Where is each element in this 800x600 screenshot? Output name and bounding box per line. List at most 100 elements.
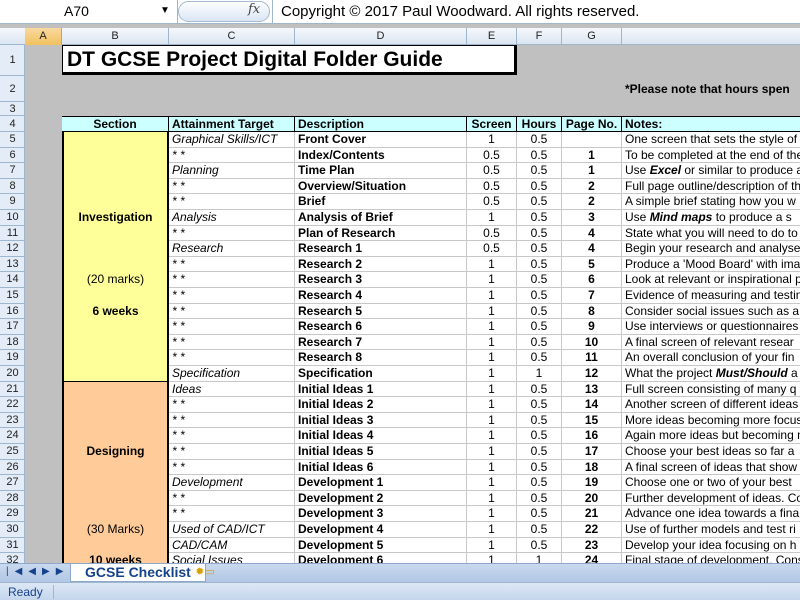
hours-cell[interactable]: 0.5 <box>517 163 562 179</box>
header-hours[interactable]: Hours <box>517 116 562 132</box>
attainment-target-cell[interactable]: Specification <box>169 366 295 382</box>
notes-cell[interactable]: Consider social issues such as a <box>622 303 800 320</box>
description-cell[interactable]: Research 5 <box>295 303 467 320</box>
description-cell[interactable]: Development 6 <box>295 553 467 563</box>
row-header[interactable]: 19 <box>0 350 24 366</box>
notes-cell[interactable]: State what you will need to do to <box>622 225 800 242</box>
notes-cell[interactable]: Develop your idea focusing on h <box>622 537 800 554</box>
attainment-target-cell[interactable]: * * <box>169 303 295 320</box>
column-header-c[interactable]: C <box>169 28 295 45</box>
notes-cell[interactable]: A final screen of ideas that show <box>622 459 800 476</box>
attainment-target-cell[interactable]: * * <box>169 225 295 242</box>
description-cell[interactable]: Research 6 <box>295 319 467 335</box>
attainment-target-cell[interactable]: Social Issues <box>169 553 295 563</box>
hours-cell[interactable]: 0.5 <box>517 147 562 164</box>
attainment-target-cell[interactable]: CAD/CAM <box>169 537 295 554</box>
screen-cell[interactable]: 1 <box>467 210 517 226</box>
row-header[interactable]: 2 <box>0 76 24 102</box>
description-cell[interactable]: Initial Ideas 1 <box>295 381 467 398</box>
page-cell[interactable]: 4 <box>562 225 622 242</box>
hours-cell[interactable]: 0.5 <box>517 428 562 444</box>
screen-cell[interactable]: 1 <box>467 490 517 507</box>
hours-cell[interactable]: 0.5 <box>517 475 562 491</box>
row-header[interactable]: 5 <box>0 132 24 148</box>
hours-cell[interactable]: 0.5 <box>517 303 562 320</box>
screen-cell[interactable]: 1 <box>467 303 517 320</box>
hours-cell[interactable]: 0.5 <box>517 490 562 507</box>
attainment-target-cell[interactable]: Graphical Skills/ICT <box>169 132 295 148</box>
attainment-target-cell[interactable]: * * <box>169 412 295 429</box>
row-header[interactable]: 12 <box>0 241 24 257</box>
description-cell[interactable]: Time Plan <box>295 163 467 179</box>
notes-cell[interactable]: Final stage of development. Cons <box>622 553 800 563</box>
page-cell[interactable]: 23 <box>562 537 622 554</box>
hours-cell[interactable]: 0.5 <box>517 397 562 413</box>
next-sheet-icon[interactable]: ▶ <box>42 566 56 577</box>
description-cell[interactable]: Research 8 <box>295 350 467 366</box>
attainment-target-cell[interactable]: * * <box>169 256 295 273</box>
page-cell[interactable] <box>562 132 622 148</box>
screen-cell[interactable]: 1 <box>467 381 517 398</box>
column-header-f[interactable]: F <box>517 28 562 45</box>
page-cell[interactable]: 8 <box>562 303 622 320</box>
row-header[interactable]: 16 <box>0 304 24 320</box>
row-header[interactable]: 7 <box>0 163 24 179</box>
description-cell[interactable]: Research 4 <box>295 288 467 304</box>
page-cell[interactable]: 5 <box>562 256 622 273</box>
header-description[interactable]: Description <box>295 116 467 132</box>
screen-cell[interactable]: 1 <box>467 553 517 563</box>
hours-cell[interactable]: 0.5 <box>517 334 562 351</box>
attainment-target-cell[interactable]: * * <box>169 194 295 210</box>
hours-cell[interactable]: 1 <box>517 553 562 563</box>
description-cell[interactable]: Index/Contents <box>295 147 467 164</box>
description-cell[interactable]: Development 1 <box>295 475 467 491</box>
row-header[interactable]: 24 <box>0 428 24 444</box>
hours-cell[interactable]: 0.5 <box>517 537 562 554</box>
row-header[interactable]: 3 <box>0 102 24 116</box>
sheet-title[interactable]: DT GCSE Project Digital Folder Guide <box>62 45 517 75</box>
screen-cell[interactable]: 1 <box>467 272 517 288</box>
page-cell[interactable]: 1 <box>562 163 622 179</box>
hours-cell[interactable]: 0.5 <box>517 319 562 335</box>
screen-cell[interactable]: 1 <box>467 444 517 460</box>
row-header[interactable]: 22 <box>0 397 24 413</box>
hours-cell[interactable]: 0.5 <box>517 225 562 242</box>
description-cell[interactable]: Brief <box>295 194 467 210</box>
notes-cell[interactable]: Use Mind maps to produce a s <box>622 210 800 226</box>
page-cell[interactable]: 17 <box>562 444 622 460</box>
screen-cell[interactable]: 1 <box>467 428 517 444</box>
notes-cell[interactable]: Full page outline/description of th <box>622 178 800 195</box>
row-header[interactable]: 8 <box>0 179 24 195</box>
screen-cell[interactable]: 1 <box>467 397 517 413</box>
description-cell[interactable]: Overview/Situation <box>295 178 467 195</box>
attainment-target-cell[interactable]: * * <box>169 428 295 444</box>
description-cell[interactable]: Analysis of Brief <box>295 210 467 226</box>
notes-cell[interactable]: Full screen consisting of many q <box>622 381 800 398</box>
first-sheet-icon[interactable]: |◀ <box>6 566 28 577</box>
hours-cell[interactable]: 0.5 <box>517 506 562 522</box>
header-screen[interactable]: Screen <box>467 116 517 132</box>
notes-cell[interactable]: Use of further models and test ri <box>622 522 800 538</box>
description-cell[interactable]: Development 5 <box>295 537 467 554</box>
notes-cell[interactable]: Advance one idea towards a fina <box>622 506 800 522</box>
attainment-target-cell[interactable]: * * <box>169 506 295 522</box>
description-cell[interactable]: Research 1 <box>295 241 467 257</box>
screen-cell[interactable]: 0.5 <box>467 163 517 179</box>
page-cell[interactable]: 15 <box>562 412 622 429</box>
description-cell[interactable]: Development 3 <box>295 506 467 522</box>
description-cell[interactable]: Research 3 <box>295 272 467 288</box>
sheet-nav-buttons[interactable]: |◀◀▶▶| <box>6 566 78 577</box>
section-designing[interactable]: Designing (30 Marks) 10 weeks <box>62 381 169 563</box>
description-cell[interactable]: Plan of Research <box>295 225 467 242</box>
hours-cell[interactable]: 0.5 <box>517 256 562 273</box>
row-header[interactable]: 25 <box>0 444 24 460</box>
hours-cell[interactable]: 0.5 <box>517 522 562 538</box>
attainment-target-cell[interactable]: Research <box>169 241 295 257</box>
description-cell[interactable]: Research 7 <box>295 334 467 351</box>
row-header[interactable]: 13 <box>0 257 24 273</box>
notes-cell[interactable]: Choose one or two of your best <box>622 475 800 491</box>
page-cell[interactable]: 22 <box>562 522 622 538</box>
screen-cell[interactable]: 1 <box>467 366 517 382</box>
page-cell[interactable]: 11 <box>562 350 622 366</box>
hours-cell[interactable]: 0.5 <box>517 272 562 288</box>
